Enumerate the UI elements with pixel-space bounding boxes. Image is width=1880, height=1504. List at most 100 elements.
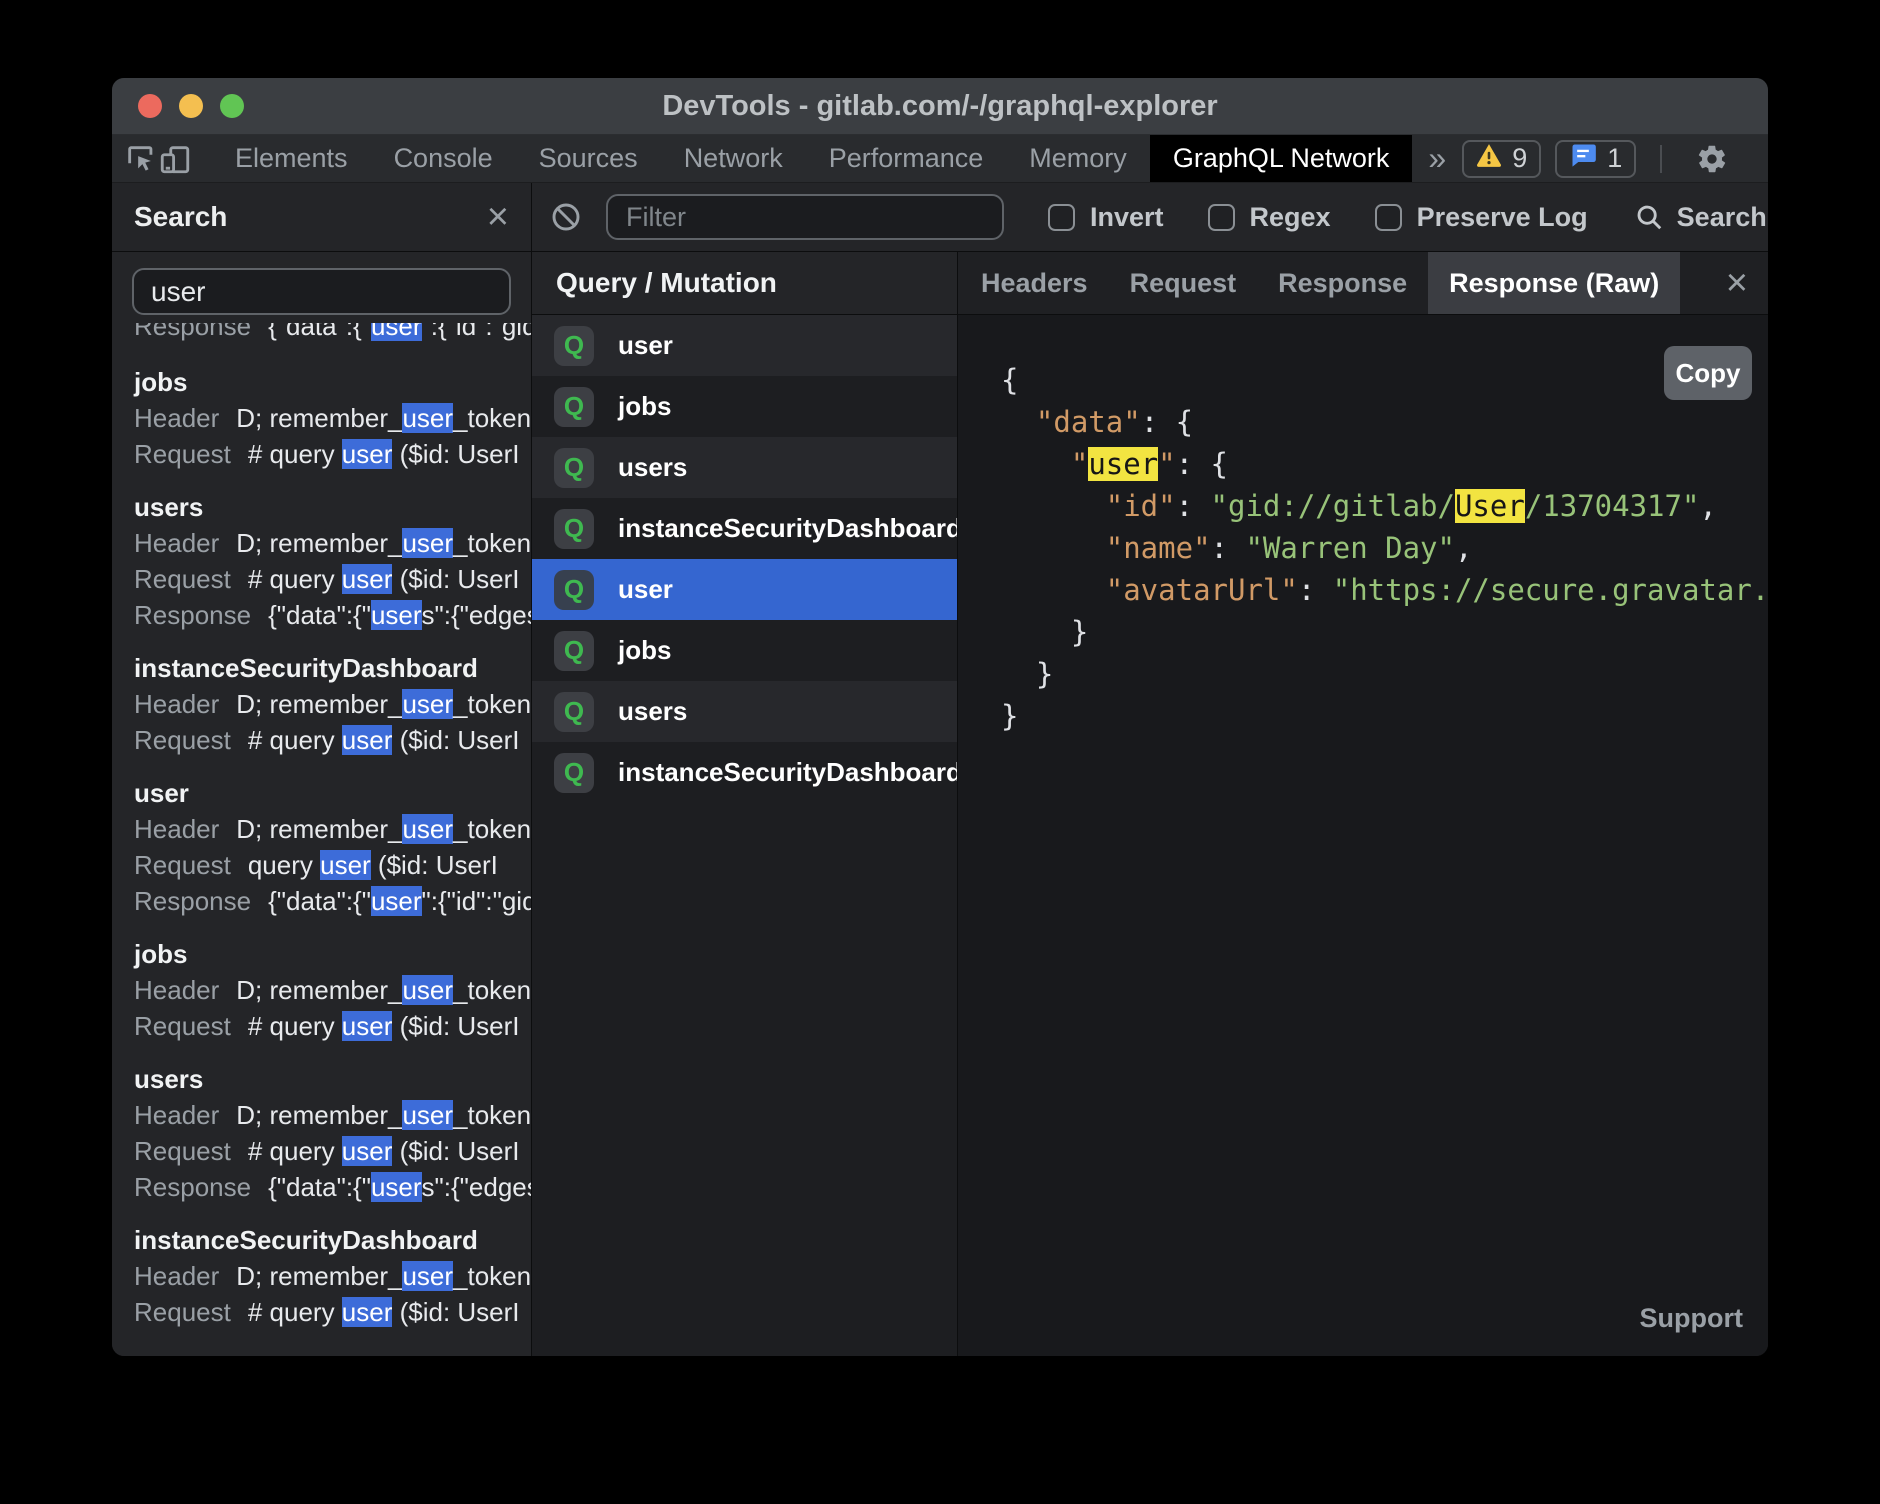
regex-label: Regex <box>1250 202 1331 233</box>
tab-request[interactable]: Request <box>1109 252 1258 314</box>
search-panel-header: Search × <box>112 183 532 251</box>
inspect-element-icon[interactable] <box>124 135 158 182</box>
devtools-tabbar: Elements Console Sources Network Perform… <box>112 135 1768 183</box>
search-result-section: instanceSecurityDashboardHeaderD; rememb… <box>134 650 531 758</box>
warning-count: 9 <box>1512 143 1527 174</box>
tab-headers[interactable]: Headers <box>960 252 1109 314</box>
search-result-line[interactable]: HeaderD; remember_user_token=e <box>134 686 531 722</box>
toolbar-row: Search × Invert Regex Preserve Log <box>112 183 1768 252</box>
invert-checkbox[interactable] <box>1048 204 1075 231</box>
main-area: Response{"data":{"user":{"id":"gid jobsH… <box>112 252 1768 1356</box>
clipped-result-line[interactable]: Response{"data":{"user":{"id":"gid <box>134 323 531 347</box>
query-item-label: instanceSecurityDashboard <box>618 513 957 544</box>
query-list-item[interactable]: Qusers <box>532 437 957 498</box>
search-result-line[interactable]: HeaderD; remember_user_token=e <box>134 1258 531 1294</box>
search-result-line[interactable]: Request# query user ($id: UserI <box>134 1008 531 1044</box>
tab-network[interactable]: Network <box>661 135 806 182</box>
detail-tabbar: Headers Request Response Response (Raw) … <box>958 252 1768 315</box>
search-panel: Response{"data":{"user":{"id":"gid jobsH… <box>112 252 532 1356</box>
tab-sources[interactable]: Sources <box>516 135 661 182</box>
support-link[interactable]: Support <box>1640 1303 1743 1334</box>
query-list-item[interactable]: Qjobs <box>532 620 957 681</box>
invert-label: Invert <box>1090 202 1164 233</box>
search-result-line[interactable]: HeaderD; remember_user_token=e <box>134 972 531 1008</box>
query-type-icon: Q <box>554 631 594 671</box>
preserve-log-checkbox-group: Preserve Log <box>1375 202 1588 233</box>
regex-checkbox-group: Regex <box>1208 202 1331 233</box>
query-type-icon: Q <box>554 570 594 610</box>
search-panel-title: Search <box>134 201 487 233</box>
minimize-window-button[interactable] <box>179 94 203 118</box>
result-operation-name: user <box>134 775 531 811</box>
query-mutation-panel: Query / Mutation QuserQjobsQusersQinstan… <box>532 252 958 1356</box>
tab-console[interactable]: Console <box>371 135 516 182</box>
query-item-label: user <box>618 330 673 361</box>
search-result-line[interactable]: Response{"data":{"user":{"id":"gid <box>134 883 531 919</box>
query-list-item[interactable]: Qjobs <box>532 376 957 437</box>
search-result-section: jobsHeaderD; remember_user_token=eReques… <box>134 364 531 472</box>
more-tabs-icon[interactable]: » <box>1412 135 1462 182</box>
query-list-item[interactable]: Qusers <box>532 681 957 742</box>
query-type-icon: Q <box>554 387 594 427</box>
search-result-line[interactable]: Request# query user ($id: UserI <box>134 722 531 758</box>
query-type-icon: Q <box>554 753 594 793</box>
maximize-window-button[interactable] <box>220 94 244 118</box>
regex-checkbox[interactable] <box>1208 204 1235 231</box>
search-result-section: usersHeaderD; remember_user_token=eReque… <box>134 489 531 633</box>
search-result-line[interactable]: Response{"data":{"users":{"edges <box>134 1169 531 1205</box>
search-close-icon[interactable]: × <box>487 198 509 236</box>
search-result-line[interactable]: Request# query user ($id: UserI <box>134 1294 531 1330</box>
settings-gear-icon[interactable] <box>1696 143 1728 175</box>
filter-input[interactable] <box>606 194 1004 240</box>
search-result-line[interactable]: Requestquery user ($id: UserI <box>134 847 531 883</box>
search-result-line[interactable]: Request# query user ($id: UserI <box>134 1133 531 1169</box>
preserve-log-checkbox[interactable] <box>1375 204 1402 231</box>
search-result-line[interactable]: Response{"data":{"users":{"edges <box>134 597 531 633</box>
clear-icon[interactable] <box>550 201 582 233</box>
query-list-item[interactable]: QinstanceSecurityDashboard <box>532 498 957 559</box>
search-result-line[interactable]: HeaderD; remember_user_token=e <box>134 525 531 561</box>
search-result-line[interactable]: HeaderD; remember_user_token=e <box>134 400 531 436</box>
tab-elements[interactable]: Elements <box>212 135 371 182</box>
search-result-line[interactable]: HeaderD; remember_user_token=e <box>134 1097 531 1133</box>
detail-close-icon[interactable]: × <box>1726 252 1748 314</box>
query-list-item[interactable]: Quser <box>532 315 957 376</box>
search-result-line[interactable]: Request# query user ($id: UserI <box>134 436 531 472</box>
clipped-result-line-text: Response{"data":{"user":{"id":"gid <box>134 323 531 344</box>
preserve-log-label: Preserve Log <box>1417 202 1588 233</box>
search-input[interactable] <box>132 268 511 315</box>
device-toolbar-icon[interactable] <box>158 135 192 182</box>
message-count: 1 <box>1607 143 1622 174</box>
detail-panel: Headers Request Response Response (Raw) … <box>958 252 1768 1356</box>
traffic-lights <box>138 78 244 134</box>
tab-response[interactable]: Response <box>1257 252 1428 314</box>
result-operation-name: instanceSecurityDashboard <box>134 650 531 686</box>
result-operation-name: users <box>134 1061 531 1097</box>
query-list-item[interactable]: QinstanceSecurityDashboard <box>532 742 957 803</box>
close-window-button[interactable] <box>138 94 162 118</box>
result-operation-name: users <box>134 489 531 525</box>
warnings-badge[interactable]: 9 <box>1462 140 1541 178</box>
response-raw-json: { "data": { "user": { "id": "gid://gitla… <box>958 315 1768 737</box>
query-item-label: instanceSecurityDashboard <box>618 757 957 788</box>
tab-response-raw[interactable]: Response (Raw) <box>1428 252 1680 314</box>
tab-memory[interactable]: Memory <box>1006 135 1150 182</box>
warning-triangle-icon <box>1476 143 1502 174</box>
titlebar: DevTools - gitlab.com/-/graphql-explorer <box>112 78 1768 135</box>
tab-graphql-network[interactable]: GraphQL Network <box>1150 135 1413 182</box>
copy-button[interactable]: Copy <box>1664 346 1752 400</box>
query-list-item[interactable]: Quser <box>532 559 957 620</box>
query-panel-title: Query / Mutation <box>532 252 957 315</box>
search-result-section: jobsHeaderD; remember_user_token=eReques… <box>134 936 531 1044</box>
query-item-label: users <box>618 452 687 483</box>
search-toggle[interactable]: Search <box>1634 202 1767 233</box>
search-result-line[interactable]: HeaderD; remember_user_token=e <box>134 811 531 847</box>
query-type-icon: Q <box>554 326 594 366</box>
search-result-line[interactable]: Request# query user ($id: UserI <box>134 561 531 597</box>
invert-checkbox-group: Invert <box>1048 202 1164 233</box>
kebab-menu-icon[interactable] <box>1762 136 1768 181</box>
tab-performance[interactable]: Performance <box>806 135 1007 182</box>
search-result-section: userHeaderD; remember_user_token=eReques… <box>134 775 531 919</box>
messages-badge[interactable]: 1 <box>1555 140 1636 178</box>
message-bubble-icon <box>1569 142 1597 175</box>
